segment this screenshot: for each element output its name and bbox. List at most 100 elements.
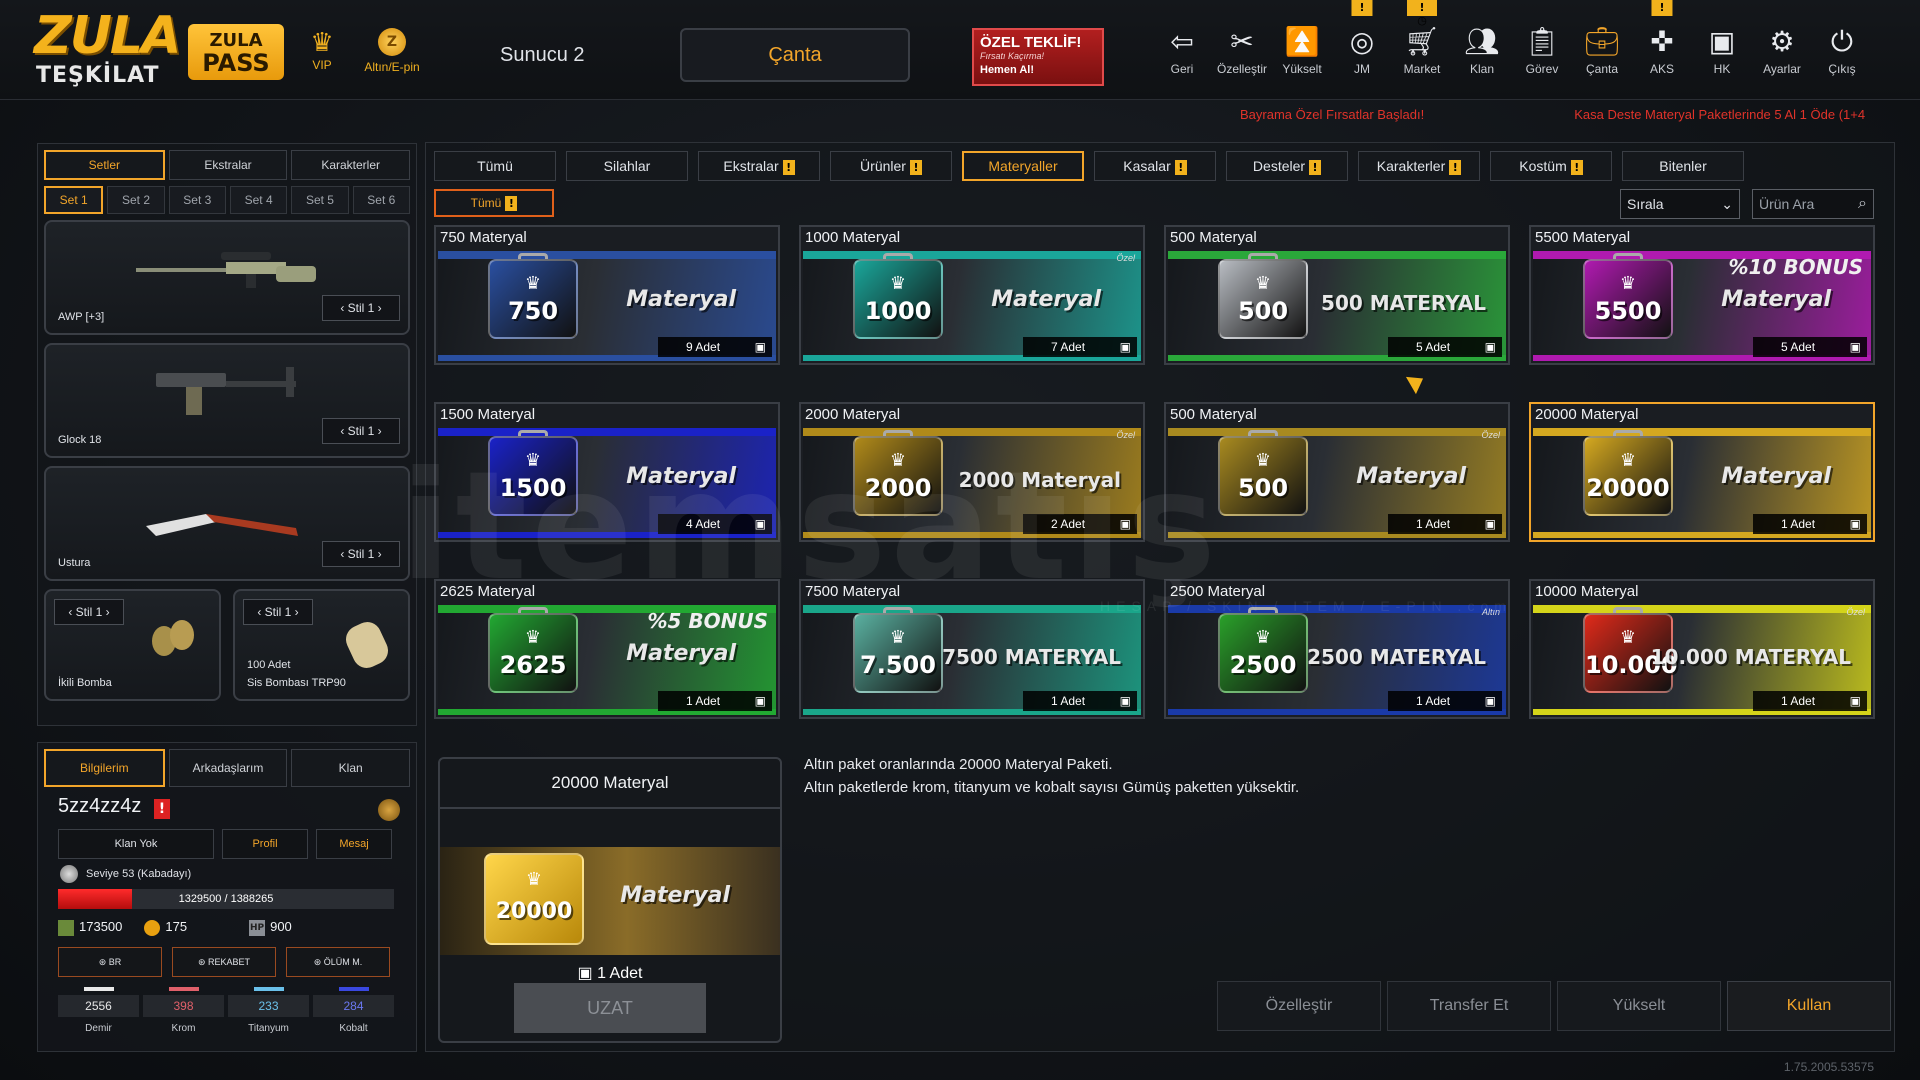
rekabet-stats-button[interactable]: ⊛ REKABET <box>172 947 276 977</box>
material-name: Demir <box>85 1023 112 1034</box>
nav-hk[interactable]: ▣ HK <box>1692 0 1752 100</box>
item-quantity: 1 Adet ▣ <box>1388 691 1502 711</box>
case-number: 7.500 <box>860 651 936 679</box>
category-tab-2[interactable]: Ekstralar! <box>698 151 820 181</box>
customize-button[interactable]: Özelleştir <box>1217 981 1381 1031</box>
tab-arkadaslarim[interactable]: Arkadaşlarım <box>168 749 288 787</box>
vip-button[interactable]: ♛ VIP <box>302 28 342 72</box>
category-tab-0[interactable]: Tümü <box>434 151 556 181</box>
material-demir: 2556 Demir <box>58 987 139 1034</box>
item-card[interactable]: 750 Materyal ♛ 750 Materyal 9 Adet ▣ <box>434 225 780 365</box>
nav-geri[interactable]: ⇦ Geri <box>1152 0 1212 100</box>
style-selector[interactable]: ‹ Stil 1 › <box>243 599 313 625</box>
zula-pass-button[interactable]: ZULA PASS <box>188 24 284 80</box>
profile-button[interactable]: Profil <box>222 829 308 859</box>
tab-bilgilerim[interactable]: Bilgilerim <box>44 749 165 787</box>
item-card[interactable]: 20000 Materyal ♛ 20000 Materyal 1 Adet ▣ <box>1529 402 1875 542</box>
tab-klan[interactable]: Klan <box>291 749 411 787</box>
category-tab-4[interactable]: Materyaller <box>962 151 1084 181</box>
style-selector[interactable]: ‹ Stil 1 › <box>322 295 400 321</box>
transfer-button[interactable]: Transfer Et <box>1387 981 1551 1031</box>
nav-label: Ayarlar <box>1763 62 1801 76</box>
pass-label-bottom: PASS <box>202 49 270 77</box>
case-number: 1000 <box>864 297 932 325</box>
crown-icon: ♛ <box>524 627 542 648</box>
set-1-button[interactable]: Set 1 <box>44 186 104 214</box>
sort-dropdown[interactable]: Sırala ⌄ <box>1620 189 1740 219</box>
item-card[interactable]: 10000 Materyal ♛ 10.000 Özel 10.000 MATERYAL… <box>1529 579 1875 719</box>
set-6-button[interactable]: Set 6 <box>352 186 410 214</box>
description-line: Altın paket oranlarında 20000 Materyal P… <box>804 756 1113 773</box>
item-card[interactable]: 500 Materyal ♛ 500 Özel Materyal 1 Adet ▣ <box>1164 402 1510 542</box>
category-tab-7[interactable]: Karakterler! <box>1358 151 1480 181</box>
message-button[interactable]: Mesaj <box>316 829 392 859</box>
nav-market[interactable]: !◷ 🛒︎ Market <box>1392 0 1452 100</box>
grenade-slot-2[interactable]: ‹ Stil 1 › 100 Adet Sis Bombası TRP90 <box>233 589 410 701</box>
primary-weapon-slot[interactable]: AWP [+3] ‹ Stil 1 › <box>44 220 410 335</box>
item-card[interactable]: 1500 Materyal ♛ 1500 Materyal 4 Adet ▣ <box>434 402 780 542</box>
olum-mac-stats-button[interactable]: ⊛ ÖLÜM M. <box>286 947 390 977</box>
style-label: Stil 1 <box>347 424 375 438</box>
quantity-text: 4 Adet <box>686 517 721 531</box>
melee-weapon-slot[interactable]: Ustura ‹ Stil 1 › <box>44 466 410 581</box>
nav-aks[interactable]: ! ✜ AKS <box>1632 0 1692 100</box>
nav-ozellestir[interactable]: ✂ Özelleştir <box>1212 0 1272 100</box>
style-selector[interactable]: ‹ Stil 1 › <box>322 418 400 444</box>
clan-status-button[interactable]: Klan Yok <box>58 829 214 859</box>
secondary-weapon-slot[interactable]: Glock 18 ‹ Stil 1 › <box>44 343 410 458</box>
category-tab-5[interactable]: Kasalar! <box>1094 151 1216 181</box>
item-card[interactable]: 1000 Materyal ♛ 1000 Özel Materyal 7 Adet ▣ <box>799 225 1145 365</box>
set-4-button[interactable]: Set 4 <box>229 186 288 214</box>
nav-jm[interactable]: ! ◎ JM <box>1332 0 1392 100</box>
category-tab-6[interactable]: Desteler! <box>1226 151 1348 181</box>
altin-epin-button[interactable]: Z Altın/E-pin <box>342 28 442 74</box>
category-tab-9[interactable]: Bitenler <box>1622 151 1744 181</box>
subfilter-all[interactable]: Tümü! <box>434 189 554 217</box>
quantity-text: 1 Adet <box>1781 694 1816 708</box>
quantity-text: 1 Adet <box>1416 517 1451 531</box>
grenade-slot-1[interactable]: ‹ Stil 1 › İkili Bomba <box>44 589 221 701</box>
back-icon: ⇦ <box>1170 25 1194 58</box>
search-icon: ⌕ <box>1858 195 1867 212</box>
item-card[interactable]: 2625 Materyal ♛ 2625 %5 BONUS Materyal 1 Adet… <box>434 579 780 719</box>
material-case-icon: ♛ 1500 <box>488 436 578 516</box>
material-titanyum: 233 Titanyum <box>228 987 309 1034</box>
set-2-button[interactable]: Set 2 <box>107 186 165 214</box>
upgrade-button[interactable]: Yükselt <box>1557 981 1721 1031</box>
nav-cikis[interactable]: ⏻ Çıkış <box>1812 0 1872 100</box>
nav-canta[interactable]: 💼︎ Çanta <box>1572 0 1632 100</box>
set-3-button[interactable]: Set 3 <box>168 186 226 214</box>
set-5-button[interactable]: Set 5 <box>291 186 349 214</box>
tab-ekstralar[interactable]: Ekstralar <box>168 150 288 180</box>
style-selector[interactable]: ‹ Stil 1 › <box>322 541 400 567</box>
use-button[interactable]: Kullan <box>1727 981 1891 1031</box>
style-selector[interactable]: ‹ Stil 1 › <box>54 599 124 625</box>
case-number: 20000 <box>1586 474 1670 502</box>
offer-subtitle: Fırsatı Kaçırma! <box>980 51 1045 61</box>
box-icon: ▣ <box>1849 694 1861 708</box>
nav-ayarlar[interactable]: ⚙ Ayarlar <box>1752 0 1812 100</box>
tab-setler[interactable]: Setler <box>44 150 165 180</box>
category-tab-1[interactable]: Silahlar <box>566 151 688 181</box>
item-image: ♛ 20000 Materyal 1 Adet ▣ <box>1533 428 1871 538</box>
tab-karakterler[interactable]: Karakterler <box>291 150 411 180</box>
br-stats-button[interactable]: ⊛ BR <box>58 947 162 977</box>
notification-badge: !◷ <box>1407 0 1437 27</box>
nav-klan[interactable]: 👥︎ Klan <box>1452 0 1512 100</box>
item-card[interactable]: 7500 Materyal ♛ 7.500 7500 MATERYAL 1 Adet ▣ <box>799 579 1145 719</box>
nav-gorev[interactable]: 📋︎ Görev <box>1512 0 1572 100</box>
item-card[interactable]: 500 Materyal ♛ 500 500 MATERYAL 5 Adet ▣ <box>1164 225 1510 365</box>
search-input[interactable]: Ürün Ara ⌕ <box>1752 189 1874 219</box>
box-icon: ▣ <box>1484 694 1496 708</box>
cart-icon: 🛒︎ <box>1404 25 1440 58</box>
active-section-tab[interactable]: Çanta <box>680 28 910 82</box>
extend-button[interactable]: UZAT <box>514 983 706 1033</box>
category-tab-3[interactable]: Ürünler! <box>830 151 952 181</box>
item-card[interactable]: 5500 Materyal ♛ 5500 %10 BONUS Materyal 5 Ade… <box>1529 225 1875 365</box>
nav-yukselt[interactable]: ⏫ Yükselt <box>1272 0 1332 100</box>
category-label: Silahlar <box>603 158 651 174</box>
special-offer-banner[interactable]: ÖZEL TEKLİF! Fırsatı Kaçırma! Hemen Al! <box>972 28 1104 86</box>
case-number: 500 <box>1237 297 1289 325</box>
category-tab-8[interactable]: Kostüm! <box>1490 151 1612 181</box>
item-card[interactable]: 2000 Materyal ♛ 2000 Özel 2000 Materyal 2 Ade… <box>799 402 1145 542</box>
